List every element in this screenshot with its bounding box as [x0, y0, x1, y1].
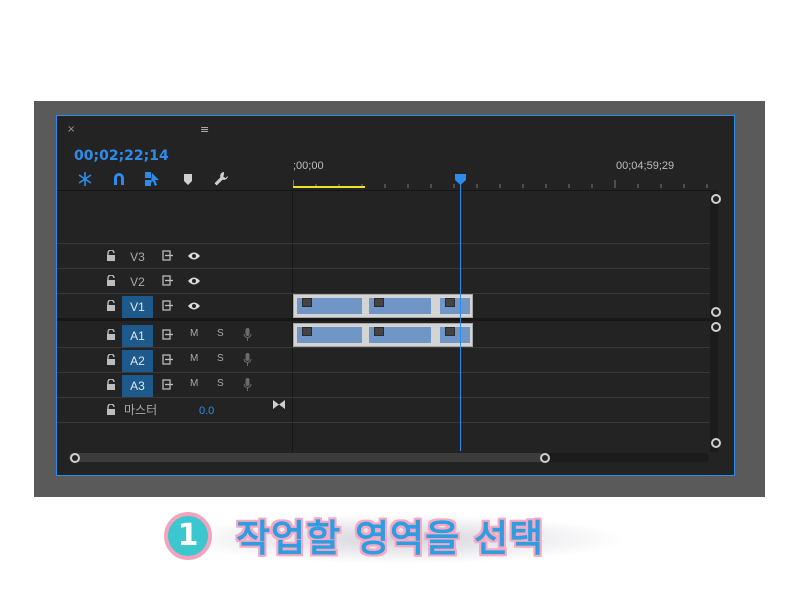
- step-caption-text: 작업할 영역을 선택: [236, 517, 545, 560]
- track-header-divider: [292, 190, 293, 452]
- lock-icon[interactable]: [106, 329, 116, 340]
- ruler-start-time: ;00;00: [293, 160, 324, 172]
- master-track-label: 마스터: [124, 403, 158, 417]
- fx-badge-icon: [374, 298, 384, 307]
- microphone-icon[interactable]: [243, 328, 252, 341]
- sync-lock-icon[interactable]: [162, 354, 174, 365]
- horizontal-scrollbar[interactable]: [69, 453, 709, 462]
- video-audio-divider[interactable]: [57, 318, 710, 321]
- solo-button[interactable]: S: [217, 378, 224, 389]
- sync-lock-icon[interactable]: [162, 329, 174, 340]
- track-header-v3: V3: [57, 244, 292, 268]
- ruler-end-time: 00;04;59;29: [616, 160, 675, 172]
- fx-badge-icon: [302, 327, 312, 336]
- sync-lock-icon[interactable]: [162, 379, 174, 390]
- microphone-icon[interactable]: [243, 378, 252, 391]
- track-header-a2: A2 M S: [57, 348, 292, 372]
- fx-badge-icon: [374, 327, 384, 336]
- lock-icon[interactable]: [106, 379, 116, 390]
- fx-badge-icon: [302, 298, 312, 307]
- microphone-icon[interactable]: [243, 353, 252, 366]
- sync-lock-icon[interactable]: [162, 275, 174, 286]
- lock-icon[interactable]: [106, 250, 116, 261]
- snap-icon[interactable]: [77, 171, 93, 187]
- master-volume-value[interactable]: 0.0: [199, 405, 214, 417]
- mute-button[interactable]: M: [190, 328, 198, 339]
- row-separator: [57, 422, 710, 423]
- track-name-v3[interactable]: V3: [122, 246, 153, 268]
- mute-button[interactable]: M: [190, 353, 198, 364]
- scroll-knob[interactable]: [540, 453, 550, 463]
- track-header-v2: V2: [57, 269, 292, 293]
- magnet-icon[interactable]: [111, 171, 127, 187]
- fx-badge-icon: [445, 327, 455, 336]
- go-to-edit-point-icon[interactable]: [273, 400, 285, 409]
- track-name-a1[interactable]: A1: [122, 325, 153, 347]
- track-header-a3: A3 M S: [57, 373, 292, 397]
- row-separator: [57, 397, 710, 398]
- marker-icon[interactable]: [180, 171, 196, 187]
- scroll-knob[interactable]: [711, 194, 721, 204]
- linked-selection-icon[interactable]: [144, 171, 160, 187]
- fx-badge-icon: [445, 298, 455, 307]
- scroll-knob[interactable]: [70, 453, 80, 463]
- track-header-a1: A1 M S: [57, 323, 292, 347]
- close-icon[interactable]: ×: [67, 124, 75, 135]
- lock-icon[interactable]: [106, 300, 116, 311]
- mute-button[interactable]: M: [190, 378, 198, 389]
- timeline-panel: × ≡ 00;02;22;14 ;00;00 00;04;59;29 V3 V2…: [56, 115, 735, 476]
- solo-button[interactable]: S: [217, 328, 224, 339]
- step-number-badge: 1: [164, 512, 212, 560]
- audio-clip[interactable]: [297, 327, 362, 343]
- audio-clip[interactable]: [369, 327, 431, 343]
- eye-icon[interactable]: [187, 251, 201, 261]
- lock-icon[interactable]: [106, 354, 116, 365]
- scroll-thumb[interactable]: [69, 453, 545, 462]
- track-name-v2[interactable]: V2: [122, 271, 153, 293]
- video-clip[interactable]: [297, 298, 362, 314]
- sync-lock-icon[interactable]: [162, 250, 174, 261]
- vertical-scrollbar[interactable]: [710, 190, 718, 452]
- lock-icon[interactable]: [106, 275, 116, 286]
- scroll-knob[interactable]: [711, 322, 721, 332]
- video-clip[interactable]: [440, 298, 470, 314]
- scroll-knob[interactable]: [711, 438, 721, 448]
- eye-icon[interactable]: [187, 301, 201, 311]
- playhead-timecode[interactable]: 00;02;22;14: [74, 148, 169, 164]
- header-divider: [57, 190, 710, 191]
- playhead-line: [460, 182, 461, 451]
- work-area-bar[interactable]: [293, 186, 365, 188]
- step-caption: 1 작업할 영역을 선택: [152, 506, 648, 570]
- track-header-v1: V1: [57, 294, 292, 318]
- audio-clip[interactable]: [440, 327, 470, 343]
- track-name-v1[interactable]: V1: [122, 296, 153, 318]
- track-name-a3[interactable]: A3: [122, 375, 153, 397]
- audio-clips-a1[interactable]: [293, 323, 473, 347]
- sync-lock-icon[interactable]: [162, 300, 174, 311]
- track-name-a2[interactable]: A2: [122, 350, 153, 372]
- video-clips-v1[interactable]: [293, 294, 473, 318]
- scroll-knob[interactable]: [711, 307, 721, 317]
- panel-menu-icon[interactable]: ≡: [200, 123, 209, 136]
- wrench-icon[interactable]: [213, 171, 229, 187]
- eye-icon[interactable]: [187, 276, 201, 286]
- lock-icon[interactable]: [106, 404, 116, 415]
- video-clip[interactable]: [369, 298, 431, 314]
- solo-button[interactable]: S: [217, 353, 224, 364]
